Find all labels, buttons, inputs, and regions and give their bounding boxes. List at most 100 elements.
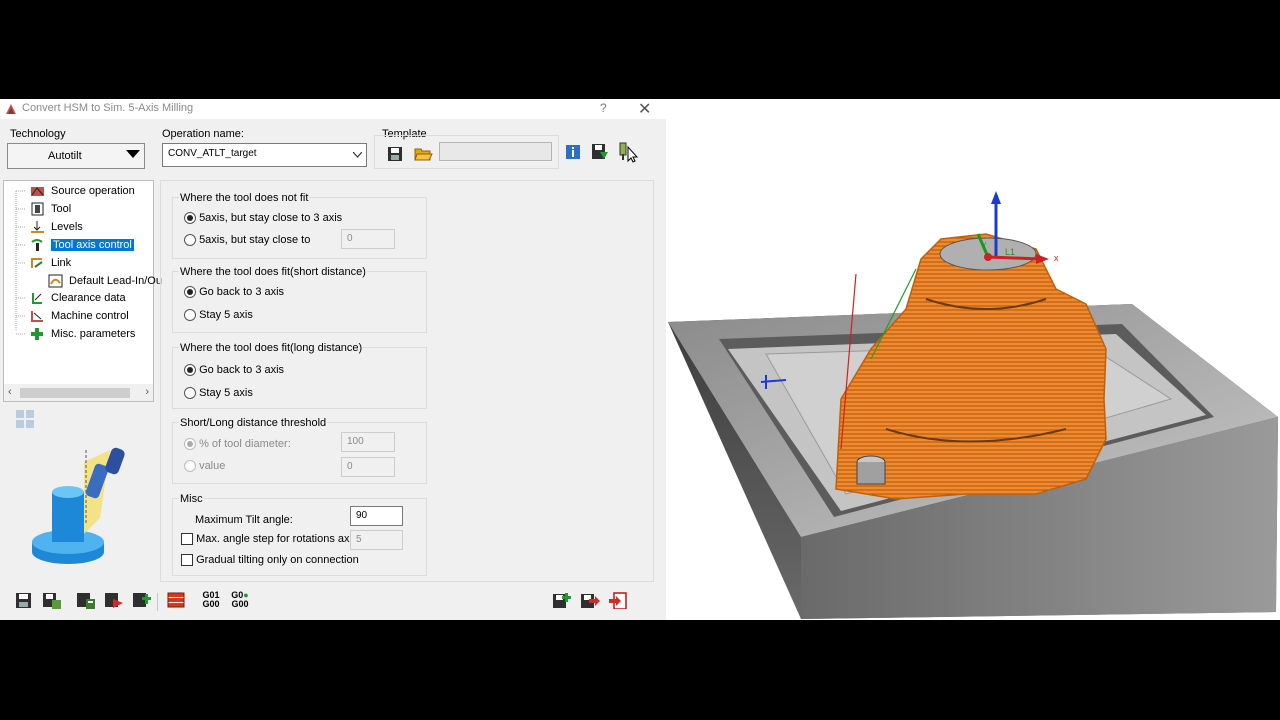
tree-item-link[interactable]: Link bbox=[30, 255, 71, 271]
threshold-value-field[interactable]: 0 bbox=[341, 457, 395, 477]
tree-item-label: Source operation bbox=[51, 185, 135, 197]
tree-item-machine-control[interactable]: Machine control bbox=[30, 308, 129, 324]
dropdown-arrow-icon bbox=[126, 150, 140, 158]
close-to-value-field[interactable]: 0 bbox=[341, 229, 395, 249]
parameters-tree: Source operation Tool Levels Tool axis c… bbox=[3, 180, 162, 402]
scroll-right-icon[interactable]: › bbox=[145, 386, 149, 398]
tree-item-default-lead-in[interactable]: Default Lead-In/Ou bbox=[48, 273, 162, 289]
lead-in-icon bbox=[48, 274, 63, 288]
save-icon[interactable] bbox=[14, 591, 34, 609]
gradual-tilting-checkbox[interactable]: Gradual tilting only on connection bbox=[181, 554, 359, 567]
coordinate-system-label: L1 bbox=[1005, 247, 1015, 257]
radio-label: 5axis, but stay close to 3 axis bbox=[199, 212, 343, 224]
radio-label: Stay 5 axis bbox=[199, 387, 253, 399]
max-angle-step-checkbox[interactable]: Max. angle step for rotations axis bbox=[181, 533, 357, 546]
tree-horizontal-scrollbar[interactable]: ‹ › bbox=[4, 384, 153, 401]
radio-button[interactable] bbox=[184, 234, 196, 247]
group-fit-long-title: Where the tool does fit(long distance) bbox=[179, 342, 364, 354]
group-fit-long bbox=[172, 347, 427, 409]
calculate-icon[interactable] bbox=[76, 591, 96, 609]
tree-item-label: Tool bbox=[51, 203, 72, 215]
pin-body bbox=[856, 462, 886, 485]
tree-item-tool[interactable]: Tool bbox=[30, 201, 71, 217]
tree-item-tool-axis-control[interactable]: Tool axis control bbox=[30, 237, 134, 253]
open-template-icon[interactable] bbox=[414, 145, 433, 162]
group-threshold-title: Short/Long distance threshold bbox=[179, 417, 328, 429]
axis-label-y: y bbox=[982, 240, 986, 249]
clearance-icon bbox=[32, 293, 42, 305]
tree-item-source-operation[interactable]: Source operation bbox=[30, 183, 135, 199]
g-code-toggle-1[interactable]: G01 G00 bbox=[200, 591, 222, 609]
g-code-bottom: G00 bbox=[231, 599, 249, 609]
checkbox[interactable] bbox=[181, 554, 193, 567]
tool-axis-icon bbox=[31, 239, 43, 252]
operation-name-label: Operation name: bbox=[162, 128, 244, 140]
tree-item-label-selected: Tool axis control bbox=[51, 239, 134, 251]
levels-icon bbox=[31, 221, 44, 234]
template-field[interactable] bbox=[439, 142, 552, 161]
radio-button[interactable] bbox=[184, 286, 196, 299]
radio-button[interactable] bbox=[184, 438, 196, 451]
radio-long-go-back-3axis[interactable]: Go back to 3 axis bbox=[184, 364, 284, 377]
scroll-left-icon[interactable]: ‹ bbox=[8, 386, 12, 398]
max-angle-step-field[interactable]: 5 bbox=[350, 530, 403, 550]
save-template-icon[interactable] bbox=[387, 146, 403, 162]
radio-long-stay-5axis[interactable]: Stay 5 axis bbox=[184, 387, 253, 400]
g-code-toggle-2[interactable]: G0● G00 bbox=[228, 591, 252, 609]
group-fit-short-title: Where the tool does fit(short distance) bbox=[179, 266, 367, 278]
chevron-down-icon bbox=[353, 152, 362, 158]
exit-icon[interactable] bbox=[608, 591, 628, 609]
max-tilt-field[interactable]: 90 bbox=[350, 506, 403, 526]
radio-button[interactable] bbox=[184, 364, 196, 377]
technology-select[interactable]: Autotilt bbox=[7, 143, 145, 169]
radio-threshold-value[interactable]: value bbox=[184, 460, 225, 473]
radio-not-fit-close-to[interactable]: 5axis, but stay close to bbox=[184, 234, 311, 247]
save-and-add-icon[interactable] bbox=[552, 591, 572, 609]
operation-name-value: CONV_ATLT_target bbox=[168, 148, 257, 159]
x-axis-arrow bbox=[987, 255, 1042, 261]
cad-viewport[interactable]: z x y L1 bbox=[666, 99, 1280, 620]
simulate-icon[interactable] bbox=[104, 591, 124, 609]
info-icon[interactable] bbox=[565, 144, 581, 160]
tool-info-icon[interactable] bbox=[616, 141, 640, 163]
radio-short-go-back-3axis[interactable]: Go back to 3 axis bbox=[184, 286, 284, 299]
tool-diameter-percent-field[interactable]: 100 bbox=[341, 432, 395, 452]
layers-icon[interactable] bbox=[166, 590, 186, 608]
add-operation-icon[interactable] bbox=[132, 591, 152, 609]
technology-label: Technology bbox=[10, 128, 66, 140]
radio-label: Stay 5 axis bbox=[199, 309, 253, 321]
radio-not-fit-close-3axis[interactable]: 5axis, but stay close to 3 axis bbox=[184, 212, 343, 225]
scroll-thumb[interactable] bbox=[20, 388, 130, 398]
tree-item-label: Misc. parameters bbox=[51, 328, 136, 340]
radio-button[interactable] bbox=[184, 212, 196, 225]
radio-short-stay-5axis[interactable]: Stay 5 axis bbox=[184, 309, 253, 322]
radio-label: % of tool diameter: bbox=[199, 438, 291, 450]
radio-button[interactable] bbox=[184, 309, 196, 322]
radio-label: 5axis, but stay close to bbox=[199, 234, 311, 246]
grid-view-icon[interactable] bbox=[16, 410, 34, 428]
radio-button[interactable] bbox=[184, 387, 196, 400]
tree-item-levels[interactable]: Levels bbox=[30, 219, 83, 235]
cad-model-view[interactable]: z x y L1 bbox=[666, 99, 1280, 620]
save-to-library-icon[interactable] bbox=[590, 142, 610, 162]
tree-item-clearance-data[interactable]: Clearance data bbox=[30, 290, 126, 306]
tool-axis-illustration bbox=[32, 447, 125, 564]
dialog-title: Convert HSM to Sim. 5-Axis Milling bbox=[22, 102, 194, 114]
tree-item-label: Default Lead-In/Ou bbox=[69, 275, 162, 287]
machine-control-icon bbox=[31, 311, 43, 323]
save-and-exit-icon[interactable] bbox=[580, 591, 600, 609]
axis-label-z: z bbox=[994, 192, 999, 202]
source-operation-icon bbox=[31, 187, 44, 197]
group-not-fit bbox=[172, 197, 427, 259]
help-button[interactable]: ? bbox=[600, 101, 607, 115]
group-not-fit-title: Where the tool does not fit bbox=[179, 192, 310, 204]
radio-button[interactable] bbox=[184, 460, 196, 473]
operation-name-combo[interactable]: CONV_ATLT_target bbox=[162, 143, 367, 167]
save-and-calculate-icon[interactable] bbox=[42, 591, 62, 609]
tree-item-label: Machine control bbox=[51, 310, 129, 322]
tree-item-misc-parameters[interactable]: Misc. parameters bbox=[30, 326, 135, 342]
checkbox[interactable] bbox=[181, 533, 193, 546]
group-fit-short bbox=[172, 271, 427, 333]
radio-tool-diameter-percent[interactable]: % of tool diameter: bbox=[184, 438, 291, 451]
close-button[interactable]: ✕ bbox=[638, 99, 651, 119]
